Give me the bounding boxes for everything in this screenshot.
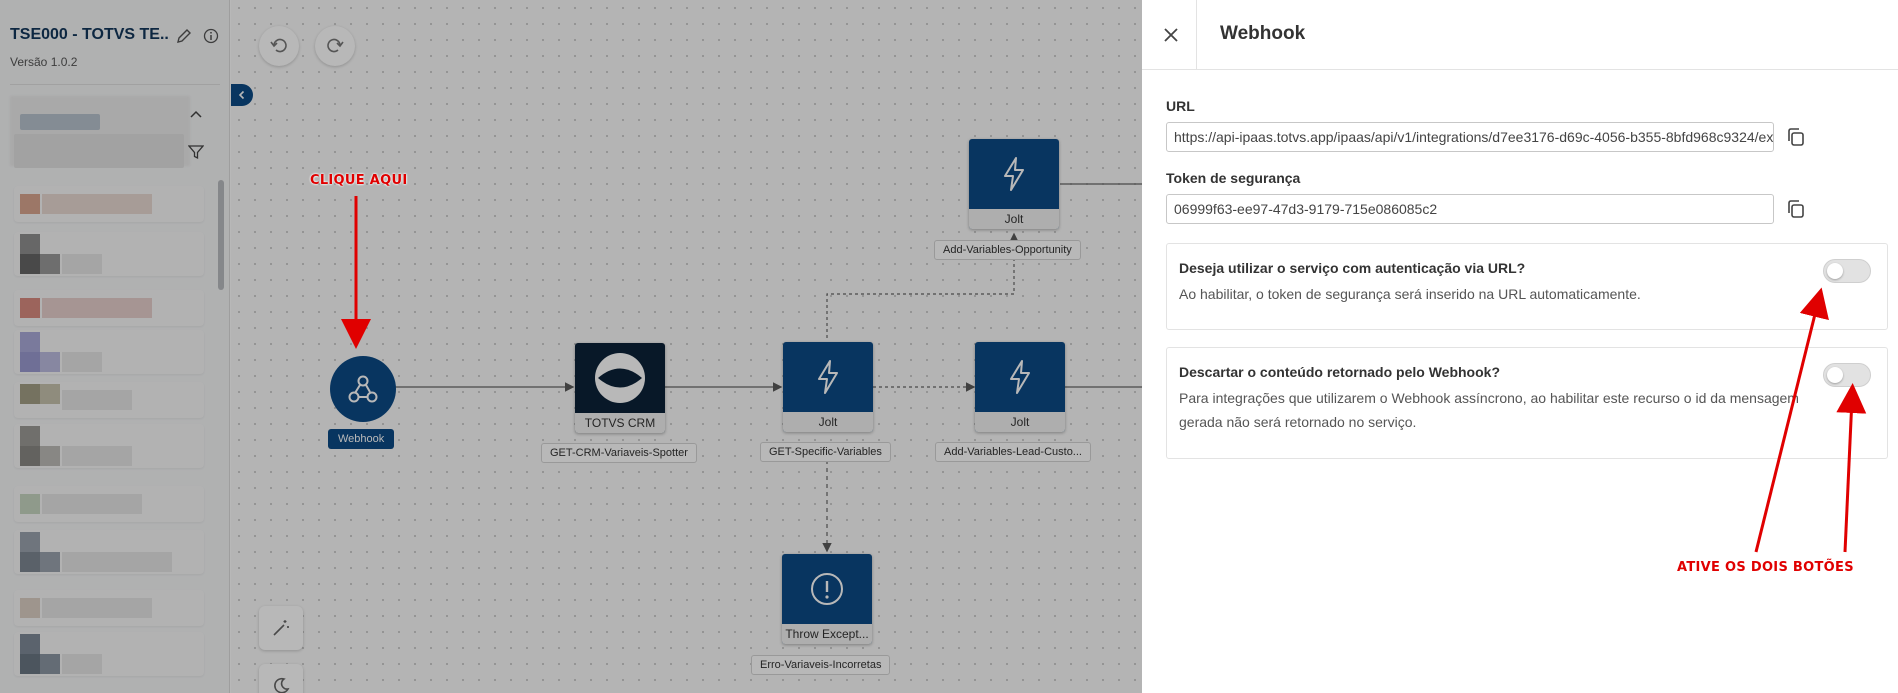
jolt-lead-node[interactable]: Jolt: [975, 342, 1065, 432]
component-card[interactable]: [14, 232, 204, 276]
lightning-icon: [969, 139, 1059, 209]
option-title: Descartar o conteúdo retornado pelo Webh…: [1179, 364, 1501, 380]
token-field[interactable]: 06999f63-ee97-47d3-9179-715e086085c2: [1166, 194, 1774, 224]
undo-icon: [270, 38, 287, 53]
component-card[interactable]: [14, 530, 204, 574]
copy-icon: [1788, 200, 1804, 218]
throw-exception-node[interactable]: Throw Except...: [782, 554, 872, 644]
component-card[interactable]: [14, 330, 204, 374]
pencil-icon[interactable]: [174, 26, 194, 46]
moon-icon: [274, 677, 290, 693]
divider: [10, 84, 220, 85]
copy-token-button[interactable]: [1784, 197, 1808, 221]
node-label: Erro-Variaveis-Incorretas: [751, 655, 891, 675]
webhook-node[interactable]: [330, 356, 396, 422]
totvs-crm-node[interactable]: TOTVS CRM: [575, 343, 665, 433]
component-card[interactable]: [14, 290, 204, 326]
close-button[interactable]: [1158, 22, 1184, 48]
component-card[interactable]: [14, 186, 204, 222]
magic-wand-button[interactable]: [259, 606, 303, 650]
url-label: URL: [1166, 98, 1195, 114]
blurred-text: [20, 114, 100, 130]
flow-title[interactable]: TSE000 - TOTVS TE...: [10, 26, 170, 44]
option-description: Para integrações que utilizarem o Webhoo…: [1179, 390, 1799, 430]
component-card[interactable]: [14, 382, 204, 418]
webhook-icon: [348, 375, 378, 403]
copy-icon: [1788, 128, 1804, 146]
chevron-left-icon: [238, 90, 245, 100]
node-title: Jolt: [969, 209, 1059, 229]
webhook-node-label[interactable]: Webhook: [328, 429, 395, 449]
option-description: Ao habilitar, o token de segurança será …: [1179, 286, 1641, 302]
discard-response-toggle[interactable]: [1823, 363, 1871, 387]
flow-canvas[interactable]: Webhook TOTVS CRM GET-CRM-Variaveis-Spot…: [231, 0, 1142, 693]
filter-icon[interactable]: [186, 142, 206, 162]
magic-wand-icon: [273, 620, 289, 636]
node-title: Throw Except...: [782, 624, 872, 644]
component-card[interactable]: [14, 486, 204, 522]
copy-url-button[interactable]: [1784, 125, 1808, 149]
annotation-click-here: CLIQUE AQUI: [310, 173, 408, 188]
auth-url-option: Deseja utilizar o serviço com autenticaç…: [1166, 243, 1888, 330]
close-icon: [1164, 28, 1178, 42]
panel-title: Webhook: [1220, 23, 1306, 44]
component-card[interactable]: [14, 424, 204, 468]
annotation-activate-both: ATIVE OS DOIS BOTÕES: [1677, 560, 1854, 575]
webhook-panel: Webhook URL https://api-ipaas.totvs.app/…: [1142, 0, 1898, 693]
redo-icon: [327, 38, 344, 53]
discard-response-option: Descartar o conteúdo retornado pelo Webh…: [1166, 347, 1888, 459]
blurred-input[interactable]: [14, 134, 184, 168]
component-card[interactable]: [14, 632, 204, 676]
redo-button[interactable]: [315, 26, 355, 66]
flow-sidebar: TSE000 - TOTVS TE... Versão 1.0.2: [0, 0, 230, 693]
option-title: Deseja utilizar o serviço com autenticaç…: [1179, 260, 1526, 276]
lightning-icon: [975, 342, 1065, 412]
theme-button[interactable]: [259, 664, 303, 693]
node-title: TOTVS CRM: [575, 413, 665, 433]
component-card[interactable]: [14, 590, 204, 626]
jolt-opportunity-node[interactable]: Jolt: [969, 139, 1059, 229]
panel-header: Webhook: [1142, 0, 1898, 70]
node-title: Jolt: [975, 412, 1065, 432]
node-label: Add-Variables-Opportunity: [934, 240, 1081, 260]
header-divider: [1196, 0, 1197, 70]
node-title: Jolt: [783, 412, 873, 432]
jolt-specific-node[interactable]: Jolt: [783, 342, 873, 432]
totvs-logo-icon: [575, 343, 665, 413]
alert-circle-icon: [782, 554, 872, 624]
lightning-icon: [783, 342, 873, 412]
auth-url-toggle[interactable]: [1823, 259, 1871, 283]
sidebar-scrollbar[interactable]: [218, 180, 224, 290]
sidebar-collapse-button[interactable]: [231, 84, 253, 106]
flow-version: Versão 1.0.2: [10, 55, 78, 69]
url-field[interactable]: https://api-ipaas.totvs.app/ipaas/api/v1…: [1166, 122, 1774, 152]
token-label: Token de segurança: [1166, 170, 1301, 186]
info-icon[interactable]: [201, 26, 221, 46]
undo-button[interactable]: [259, 26, 299, 66]
node-label: GET-Specific-Variables: [760, 442, 891, 462]
chevron-up-icon[interactable]: [186, 104, 206, 124]
node-label: Add-Variables-Lead-Custo...: [935, 442, 1091, 462]
node-label: GET-CRM-Variaveis-Spotter: [541, 443, 697, 463]
